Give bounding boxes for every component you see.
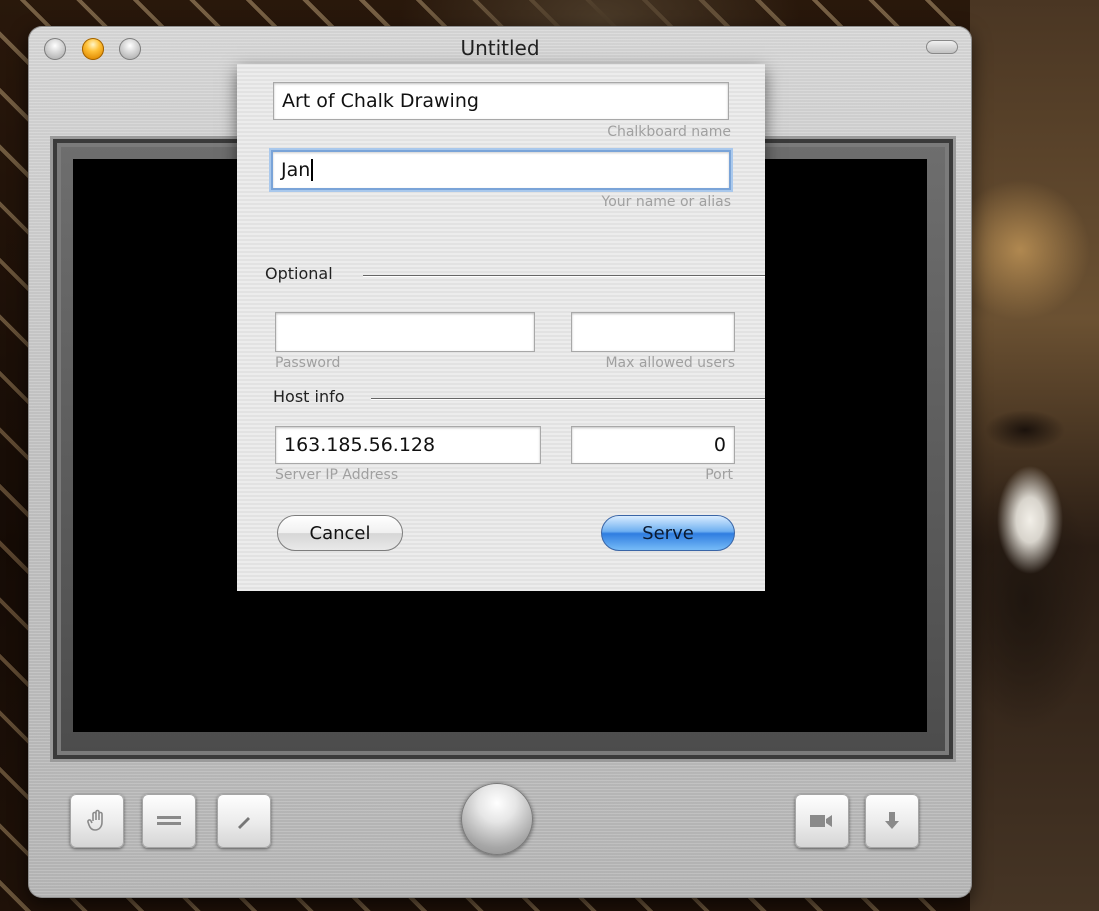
pencil-icon (238, 817, 250, 829)
lines-icon (157, 816, 181, 825)
host-info-divider (371, 398, 765, 399)
text-caret (311, 159, 314, 181)
server-ip-field[interactable]: 163.185.56.128 (275, 426, 541, 464)
chalkboard-name-hint: Chalkboard name (607, 124, 731, 140)
host-info-section-label: Host info (273, 387, 345, 406)
password-hint: Password (275, 355, 341, 371)
port-value: 0 (713, 434, 726, 456)
download-button[interactable] (865, 794, 919, 848)
window-title: Untitled (460, 36, 540, 60)
toolbar-toggle-button[interactable] (926, 40, 958, 54)
port-hint: Port (705, 467, 733, 483)
video-camera-icon (810, 815, 832, 827)
max-users-hint: Max allowed users (605, 355, 735, 371)
password-field[interactable] (275, 312, 535, 352)
user-name-hint: Your name or alias (601, 194, 732, 210)
max-users-field[interactable] (571, 312, 735, 352)
lines-tool-button[interactable] (142, 794, 196, 848)
serve-button[interactable]: Serve (601, 515, 735, 551)
main-orb-button[interactable] (461, 783, 533, 855)
hand-icon (87, 809, 103, 831)
server-ip-value: 163.185.56.128 (284, 434, 436, 456)
port-field[interactable]: 0 (571, 426, 735, 464)
title-bar[interactable]: Untitled (28, 26, 972, 68)
pencil-tool-button[interactable] (217, 794, 271, 848)
serve-sheet-dialog: Art of Chalk Drawing Chalkboard name Jan… (237, 64, 765, 591)
optional-section-label: Optional (265, 264, 333, 283)
user-name-field[interactable]: Jan (271, 150, 731, 190)
chalkboard-name-field[interactable]: Art of Chalk Drawing (273, 82, 729, 120)
server-ip-hint: Server IP Address (275, 467, 399, 483)
chalkboard-name-value: Art of Chalk Drawing (282, 90, 479, 112)
desktop-painting (970, 0, 1099, 911)
optional-divider (363, 275, 765, 276)
user-name-value: Jan (281, 159, 311, 181)
hand-tool-button[interactable] (70, 794, 124, 848)
cancel-button[interactable]: Cancel (277, 515, 403, 551)
download-arrow-icon (885, 812, 899, 829)
video-button[interactable] (795, 794, 849, 848)
